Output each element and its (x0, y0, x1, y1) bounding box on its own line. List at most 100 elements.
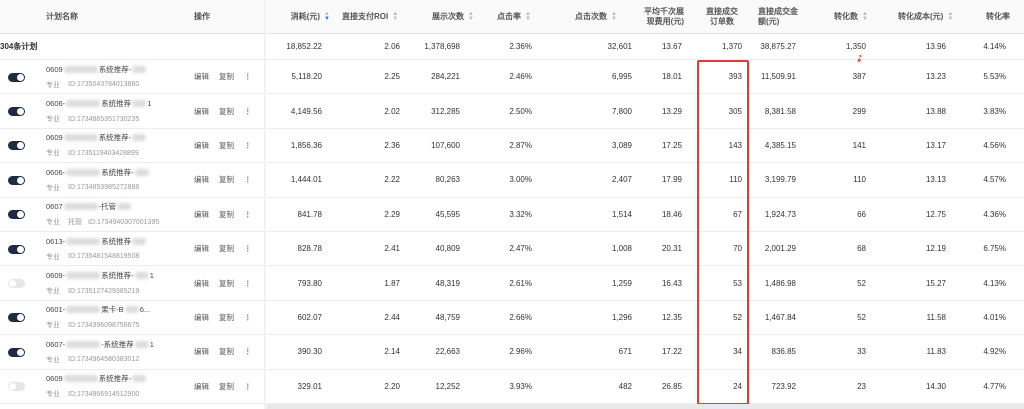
table-row[interactable]: 0609 系统推荐- 专业 ID:1734966914512900 编辑 复制 ⋮ 329.0… (0, 370, 1024, 404)
cell-impressions: 107,600 (431, 140, 460, 150)
col-header-conv-cost[interactable]: 转化成本(元) ▲ ▼ (898, 0, 953, 33)
sort-icon[interactable]: ▲ ▼ (525, 11, 531, 22)
plan-name[interactable]: 0601- 果卡-B 6... (46, 304, 150, 315)
col-header-name[interactable]: 计划名称 (46, 0, 78, 33)
plan-name-cell[interactable]: 0609 系统推荐- 专业 ID:1735043784013860 (46, 60, 147, 93)
col-header-orders[interactable]: 直接成交 订单数 (700, 0, 744, 33)
plan-type-tag: 专业 (46, 391, 60, 399)
edit-button[interactable]: 编辑 (194, 106, 209, 117)
table-row[interactable]: 0609 系统推荐- 专业 ID:1735043784013860 编辑 复制 ⋮ 5,118… (0, 60, 1024, 95)
edit-button[interactable]: 编辑 (194, 243, 209, 254)
col-header-conv-rate[interactable]: 转化率 (986, 0, 1010, 33)
table-row[interactable]: 0601- 果卡-B 6... 专业 ID:1734396098756675 编辑 复制 ⋮ 6… (0, 301, 1024, 336)
plan-name-cell[interactable]: 0601- 果卡-B 6... 专业 ID:1734396098756675 (46, 301, 150, 334)
plan-name[interactable]: 0613- 系统推荐 (46, 236, 147, 247)
plan-name-prefix: 0607 (46, 202, 63, 212)
redacted-text (132, 65, 147, 73)
table-row[interactable]: 0609- 系统推荐- 1 专业 ID:1735127429385219 编辑 复制 ⋮ 793… (0, 266, 1024, 301)
edit-button[interactable]: 编辑 (194, 346, 209, 357)
col-header-cost[interactable]: 消耗(元) ▲ ▼ (270, 0, 330, 33)
status-toggle[interactable] (8, 279, 25, 289)
more-icon[interactable]: ⋮ (244, 175, 252, 184)
col-header-gmv[interactable]: 直接成交金 额(元) (758, 0, 798, 33)
plan-name-cell[interactable]: 0606- 系统推荐- 专业 ID:1734853985272888 (46, 163, 150, 196)
plan-name-cell[interactable]: 0613- 系统推荐 专业 ID:1735481548819508 (46, 232, 147, 265)
copy-button[interactable]: 复制 (219, 106, 234, 117)
col-header-roi[interactable]: 直接支付ROI ▲ ▼ (342, 0, 398, 33)
table-row[interactable]: 0609 系统推荐- 专业 ID:1735119403428899 编辑 复制 ⋮ 1,856… (0, 129, 1024, 164)
copy-button[interactable]: 复制 (219, 243, 234, 254)
sort-icon[interactable]: ▲ ▼ (611, 11, 617, 22)
more-icon[interactable]: ⋮ (244, 244, 252, 253)
more-icon[interactable]: ⋮ (244, 382, 252, 391)
status-toggle[interactable] (8, 347, 25, 357)
cell-clicks: 3,089 (611, 140, 632, 150)
more-icon[interactable]: ⋮ (244, 210, 252, 219)
edit-button[interactable]: 编辑 (194, 381, 209, 392)
sort-icon[interactable]: ▲ ▼ (947, 11, 953, 22)
plan-name-cell[interactable]: 0607 -托管 专业 托管 ID:1734940307001395 (46, 198, 159, 231)
more-icon[interactable]: ⋮ (244, 347, 252, 356)
status-toggle[interactable] (8, 210, 25, 220)
table-row[interactable]: 0607- -系统推荐 1 专业 ID:1734964580383012 编辑 复制 ⋮ 390… (0, 335, 1024, 370)
col-header-conv[interactable]: 转化数 ▲ ▼ (834, 0, 868, 33)
table-row[interactable]: 0607 -托管 专业 托管 ID:1734940307001395 编辑 复制 ⋮ 841.7… (0, 198, 1024, 232)
status-toggle[interactable] (8, 107, 25, 117)
edit-button[interactable]: 编辑 (194, 312, 209, 323)
copy-button[interactable]: 复制 (219, 174, 234, 185)
table-row[interactable]: 0613- 系统推荐 专业 ID:1735481548819508 编辑 复制 ⋮ 828.7… (0, 232, 1024, 267)
more-icon[interactable]: ⋮ (244, 72, 252, 81)
sort-icon[interactable]: ▲ ▼ (392, 11, 398, 22)
sort-icon[interactable]: ▲ ▼ (862, 11, 868, 22)
status-toggle[interactable] (8, 313, 25, 323)
status-toggle[interactable] (8, 244, 25, 254)
copy-button[interactable]: 复制 (219, 140, 234, 151)
plan-name[interactable]: 0607- -系统推荐 1 (46, 339, 154, 350)
sort-icon[interactable]: ▲ ▼ (468, 11, 474, 22)
more-icon[interactable]: ⋮ (244, 279, 252, 288)
copy-button[interactable]: 复制 (219, 71, 234, 82)
more-icon[interactable]: ⋮ (244, 313, 252, 322)
status-toggle[interactable] (8, 72, 25, 82)
more-icon[interactable]: ⋮ (244, 141, 252, 150)
copy-button[interactable]: 复制 (219, 346, 234, 357)
copy-button[interactable]: 复制 (219, 278, 234, 289)
plan-name-prefix: 0613- (46, 236, 66, 246)
plan-name-cell[interactable]: 0609 系统推荐- 专业 ID:1734966914512900 (46, 370, 147, 403)
copy-button[interactable]: 复制 (219, 312, 234, 323)
plan-name-cell[interactable]: 0609 系统推荐- 专业 ID:1735119403428899 (46, 129, 147, 162)
cell-roi: 2.14 (384, 347, 400, 357)
status-toggle[interactable] (8, 175, 25, 185)
edit-button[interactable]: 编辑 (194, 71, 209, 82)
edit-button[interactable]: 编辑 (194, 209, 209, 220)
copy-button[interactable]: 复制 (219, 209, 234, 220)
plan-name[interactable]: 0606- 系统推荐 1 (46, 98, 151, 109)
plan-name[interactable]: 0609 系统推荐- (46, 373, 147, 384)
table-row[interactable]: 0606- 系统推荐 1 专业 ID:1734865351730235 编辑 复制 ⋮ 4,14… (0, 94, 1024, 129)
more-icon[interactable]: ⋮ (244, 107, 252, 116)
plan-name[interactable]: 0609 系统推荐- (46, 64, 147, 75)
edit-button[interactable]: 编辑 (194, 174, 209, 185)
col-header-clicks[interactable]: 点击次数 ▲ ▼ (575, 0, 617, 33)
horizontal-scrollbar[interactable] (266, 404, 1024, 409)
plan-name[interactable]: 0609- 系统推荐- 1 (46, 270, 154, 281)
edit-button[interactable]: 编辑 (194, 140, 209, 151)
table-header: 计划名称 操作 消耗(元) ▲ ▼ 直接支付ROI ▲ ▼ 展示次数 ▲ ▼ 点击率 ▲ ▼ 点… (0, 0, 1024, 34)
edit-button[interactable]: 编辑 (194, 278, 209, 289)
plan-name-cell[interactable]: 0609- 系统推荐- 1 专业 ID:1735127429385219 (46, 266, 154, 299)
col-header-impressions[interactable]: 展示次数 ▲ ▼ (432, 0, 474, 33)
cell-ctr: 2.50% (509, 106, 532, 116)
status-toggle[interactable] (8, 382, 25, 392)
table-row[interactable]: 0606- 系统推荐- 专业 ID:1734853985272888 编辑 复制 ⋮ 1,44… (0, 163, 1024, 198)
plan-name[interactable]: 0606- 系统推荐- (46, 167, 150, 178)
copy-button[interactable]: 复制 (219, 381, 234, 392)
plan-name-cell[interactable]: 0607- -系统推荐 1 专业 ID:1734964580383012 (46, 335, 154, 368)
cell-cost: 5,118.20 (291, 72, 322, 82)
plan-name-cell[interactable]: 0606- 系统推荐 1 专业 ID:1734865351730235 (46, 94, 151, 127)
col-header-ctr[interactable]: 点击率 ▲ ▼ (497, 0, 531, 33)
plan-name[interactable]: 0609 系统推荐- (46, 132, 147, 143)
col-header-cpm[interactable]: 平均千次展 现费用(元) (636, 0, 684, 33)
sort-icon[interactable]: ▲ ▼ (324, 11, 330, 22)
status-toggle[interactable] (8, 141, 25, 151)
plan-name[interactable]: 0607 -托管 (46, 201, 159, 212)
